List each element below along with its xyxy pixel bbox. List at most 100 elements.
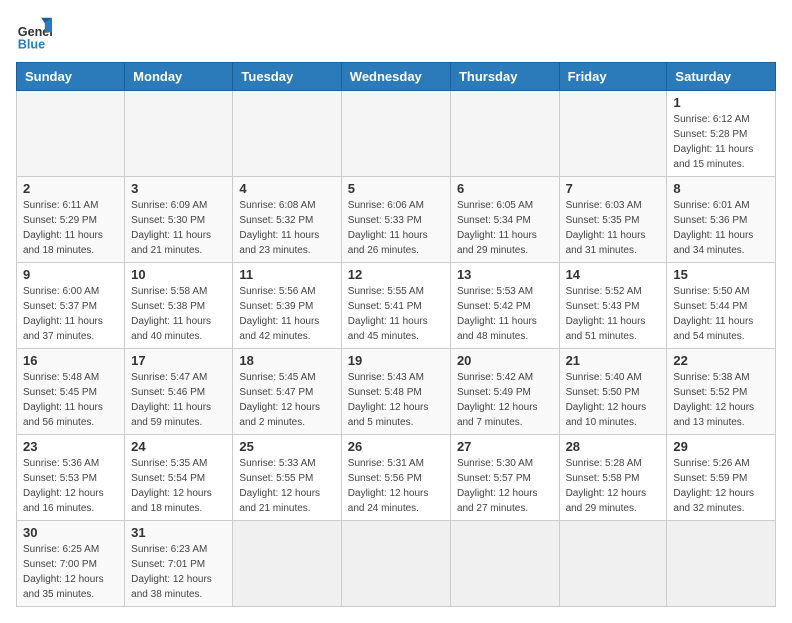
day-info: Sunrise: 5:52 AM Sunset: 5:43 PM Dayligh… bbox=[566, 284, 661, 344]
day-info: Sunrise: 5:40 AM Sunset: 5:50 PM Dayligh… bbox=[566, 370, 661, 430]
day-number: 10 bbox=[131, 267, 226, 282]
calendar-week-row: 16 Sunrise: 5:48 AM Sunset: 5:45 PM Dayli… bbox=[17, 349, 776, 435]
day-info: Sunrise: 6:06 AM Sunset: 5:33 PM Dayligh… bbox=[348, 198, 444, 258]
calendar-cell: 19 Sunrise: 5:43 AM Sunset: 5:48 PM Dayli… bbox=[341, 349, 450, 435]
calendar-cell: 12Sunrise: 5:55 AM Sunset: 5:41 PM Dayli… bbox=[341, 263, 450, 349]
day-info: Sunrise: 5:38 AM Sunset: 5:52 PM Dayligh… bbox=[673, 370, 769, 430]
day-info: Sunrise: 6:03 AM Sunset: 5:35 PM Dayligh… bbox=[566, 198, 661, 258]
day-number: 28 bbox=[566, 439, 661, 454]
day-info: Sunrise: 5:58 AM Sunset: 5:38 PM Dayligh… bbox=[131, 284, 226, 344]
day-info: Sunrise: 5:42 AM Sunset: 5:49 PM Dayligh… bbox=[457, 370, 553, 430]
calendar-cell bbox=[450, 91, 559, 177]
day-number: 30 bbox=[23, 525, 118, 540]
day-info: Sunrise: 6:00 AM Sunset: 5:37 PM Dayligh… bbox=[23, 284, 118, 344]
calendar-cell: 18 Sunrise: 5:45 AM Sunset: 5:47 PM Dayli… bbox=[233, 349, 341, 435]
weekday-header-friday: Friday bbox=[559, 63, 667, 91]
day-number: 3 bbox=[131, 181, 226, 196]
logo: General Blue bbox=[16, 16, 56, 52]
calendar-cell: 8 Sunrise: 6:01 AM Sunset: 5:36 PM Daylig… bbox=[667, 177, 776, 263]
day-number: 26 bbox=[348, 439, 444, 454]
calendar-table: SundayMondayTuesdayWednesdayThursdayFrid… bbox=[16, 62, 776, 607]
day-info: Sunrise: 5:36 AM Sunset: 5:53 PM Dayligh… bbox=[23, 456, 118, 516]
calendar-week-row: 1 Sunrise: 6:12 AM Sunset: 5:28 PM Daylig… bbox=[17, 91, 776, 177]
weekday-header-monday: Monday bbox=[125, 63, 233, 91]
day-info: Sunrise: 5:45 AM Sunset: 5:47 PM Dayligh… bbox=[239, 370, 334, 430]
calendar-cell bbox=[341, 521, 450, 607]
calendar-cell: 6Sunrise: 6:05 AM Sunset: 5:34 PM Daylig… bbox=[450, 177, 559, 263]
weekday-header-wednesday: Wednesday bbox=[341, 63, 450, 91]
day-number: 14 bbox=[566, 267, 661, 282]
day-info: Sunrise: 5:30 AM Sunset: 5:57 PM Dayligh… bbox=[457, 456, 553, 516]
calendar-cell: 22 Sunrise: 5:38 AM Sunset: 5:52 PM Dayli… bbox=[667, 349, 776, 435]
day-info: Sunrise: 5:50 AM Sunset: 5:44 PM Dayligh… bbox=[673, 284, 769, 344]
day-info: Sunrise: 5:55 AM Sunset: 5:41 PM Dayligh… bbox=[348, 284, 444, 344]
day-number: 19 bbox=[348, 353, 444, 368]
day-number: 16 bbox=[23, 353, 118, 368]
day-info: Sunrise: 5:48 AM Sunset: 5:45 PM Dayligh… bbox=[23, 370, 118, 430]
calendar-cell: 27 Sunrise: 5:30 AM Sunset: 5:57 PM Dayli… bbox=[450, 435, 559, 521]
calendar-cell: 5Sunrise: 6:06 AM Sunset: 5:33 PM Daylig… bbox=[341, 177, 450, 263]
calendar-cell: 3 Sunrise: 6:09 AM Sunset: 5:30 PM Daylig… bbox=[125, 177, 233, 263]
day-number: 1 bbox=[673, 95, 769, 110]
calendar-week-row: 23 Sunrise: 5:36 AM Sunset: 5:53 PM Dayli… bbox=[17, 435, 776, 521]
day-number: 4 bbox=[239, 181, 334, 196]
weekday-header-tuesday: Tuesday bbox=[233, 63, 341, 91]
weekday-header-saturday: Saturday bbox=[667, 63, 776, 91]
calendar-cell bbox=[17, 91, 125, 177]
calendar-cell: 23 Sunrise: 5:36 AM Sunset: 5:53 PM Dayli… bbox=[17, 435, 125, 521]
calendar-cell bbox=[667, 521, 776, 607]
calendar-cell: 17Sunrise: 5:47 AM Sunset: 5:46 PM Dayli… bbox=[125, 349, 233, 435]
day-info: Sunrise: 5:43 AM Sunset: 5:48 PM Dayligh… bbox=[348, 370, 444, 430]
day-number: 17 bbox=[131, 353, 226, 368]
day-number: 15 bbox=[673, 267, 769, 282]
day-number: 7 bbox=[566, 181, 661, 196]
day-number: 2 bbox=[23, 181, 118, 196]
calendar-cell bbox=[341, 91, 450, 177]
day-number: 24 bbox=[131, 439, 226, 454]
day-number: 25 bbox=[239, 439, 334, 454]
day-number: 20 bbox=[457, 353, 553, 368]
calendar-cell bbox=[125, 91, 233, 177]
calendar-cell: 7 Sunrise: 6:03 AM Sunset: 5:35 PM Daylig… bbox=[559, 177, 667, 263]
calendar-cell: 2Sunrise: 6:11 AM Sunset: 5:29 PM Daylig… bbox=[17, 177, 125, 263]
day-info: Sunrise: 6:01 AM Sunset: 5:36 PM Dayligh… bbox=[673, 198, 769, 258]
day-info: Sunrise: 5:33 AM Sunset: 5:55 PM Dayligh… bbox=[239, 456, 334, 516]
calendar-cell: 29 Sunrise: 5:26 AM Sunset: 5:59 PM Dayli… bbox=[667, 435, 776, 521]
calendar-header-row: SundayMondayTuesdayWednesdayThursdayFrid… bbox=[17, 63, 776, 91]
day-info: Sunrise: 6:25 AM Sunset: 7:00 PM Dayligh… bbox=[23, 542, 118, 602]
calendar-cell: 13Sunrise: 5:53 AM Sunset: 5:42 PM Dayli… bbox=[450, 263, 559, 349]
day-info: Sunrise: 6:08 AM Sunset: 5:32 PM Dayligh… bbox=[239, 198, 334, 258]
logo-icon: General Blue bbox=[16, 16, 52, 52]
day-info: Sunrise: 6:09 AM Sunset: 5:30 PM Dayligh… bbox=[131, 198, 226, 258]
day-number: 23 bbox=[23, 439, 118, 454]
calendar-cell: 20 Sunrise: 5:42 AM Sunset: 5:49 PM Dayli… bbox=[450, 349, 559, 435]
day-number: 9 bbox=[23, 267, 118, 282]
calendar-week-row: 2Sunrise: 6:11 AM Sunset: 5:29 PM Daylig… bbox=[17, 177, 776, 263]
weekday-header-thursday: Thursday bbox=[450, 63, 559, 91]
day-info: Sunrise: 5:26 AM Sunset: 5:59 PM Dayligh… bbox=[673, 456, 769, 516]
calendar-cell: 15 Sunrise: 5:50 AM Sunset: 5:44 PM Dayli… bbox=[667, 263, 776, 349]
day-number: 8 bbox=[673, 181, 769, 196]
calendar-week-row: 30 Sunrise: 6:25 AM Sunset: 7:00 PM Dayli… bbox=[17, 521, 776, 607]
day-number: 27 bbox=[457, 439, 553, 454]
day-number: 18 bbox=[239, 353, 334, 368]
weekday-header-sunday: Sunday bbox=[17, 63, 125, 91]
day-info: Sunrise: 6:12 AM Sunset: 5:28 PM Dayligh… bbox=[673, 112, 769, 172]
calendar-cell bbox=[450, 521, 559, 607]
day-number: 29 bbox=[673, 439, 769, 454]
calendar-cell: 31Sunrise: 6:23 AM Sunset: 7:01 PM Dayli… bbox=[125, 521, 233, 607]
calendar-cell: 1 Sunrise: 6:12 AM Sunset: 5:28 PM Daylig… bbox=[667, 91, 776, 177]
day-info: Sunrise: 6:23 AM Sunset: 7:01 PM Dayligh… bbox=[131, 542, 226, 602]
svg-text:Blue: Blue bbox=[18, 37, 45, 51]
calendar-cell: 9 Sunrise: 6:00 AM Sunset: 5:37 PM Daylig… bbox=[17, 263, 125, 349]
calendar-cell: 11Sunrise: 5:56 AM Sunset: 5:39 PM Dayli… bbox=[233, 263, 341, 349]
day-number: 6 bbox=[457, 181, 553, 196]
day-number: 22 bbox=[673, 353, 769, 368]
calendar-cell bbox=[233, 91, 341, 177]
calendar-week-row: 9 Sunrise: 6:00 AM Sunset: 5:37 PM Daylig… bbox=[17, 263, 776, 349]
calendar-cell bbox=[559, 91, 667, 177]
day-info: Sunrise: 5:35 AM Sunset: 5:54 PM Dayligh… bbox=[131, 456, 226, 516]
calendar-cell bbox=[559, 521, 667, 607]
day-number: 21 bbox=[566, 353, 661, 368]
header: General Blue bbox=[16, 16, 776, 52]
